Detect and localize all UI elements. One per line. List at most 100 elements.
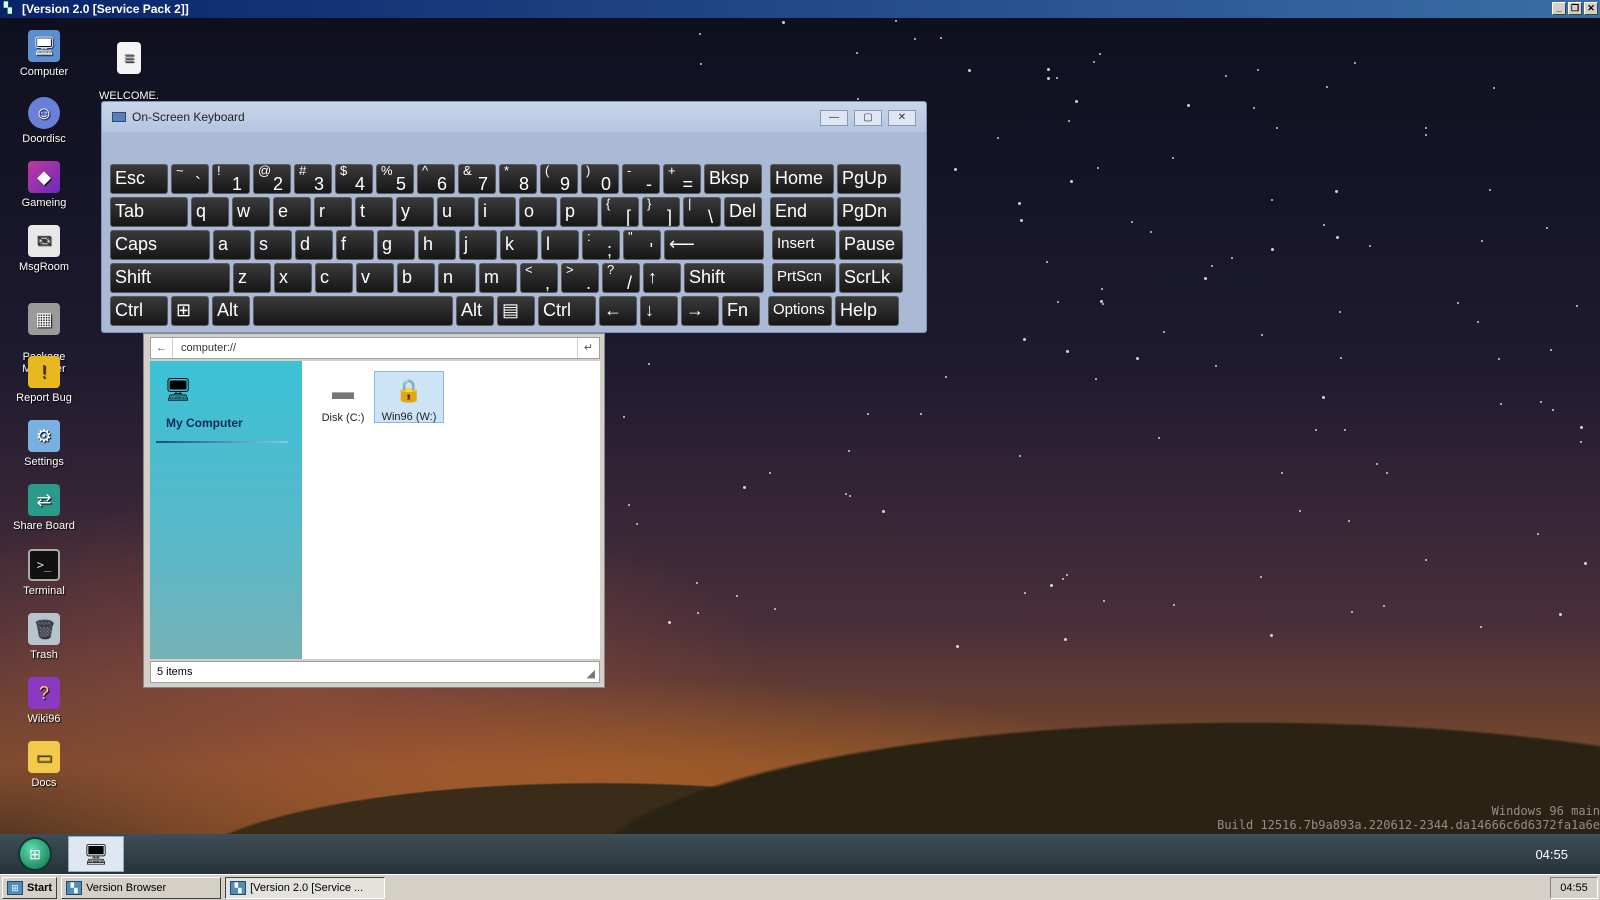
file-view[interactable]: ▬ Disk (C:) 🔒 Win96 (W:) xyxy=(302,361,600,659)
desktop-icon-docs[interactable]: ▭ Docs xyxy=(6,741,82,789)
key-4-0[interactable]: Ctrl xyxy=(110,296,168,326)
key-0-1[interactable]: ~ ` xyxy=(171,164,209,194)
key-2-10[interactable]: :; xyxy=(582,230,620,260)
key-4-6[interactable]: Ctrl xyxy=(538,296,596,326)
version-browser-window[interactable]: ← computer:// ↵ 🖥 My Computer ▬ Disk (C:… xyxy=(143,333,605,688)
key-4-10[interactable]: Fn xyxy=(722,296,760,326)
key-1-2[interactable]: w xyxy=(232,197,270,227)
key-3-5[interactable]: b xyxy=(397,263,435,293)
address-input[interactable]: computer:// xyxy=(173,342,577,354)
key-4-11[interactable]: Options xyxy=(768,296,832,326)
on-screen-keyboard-window[interactable]: On-Screen Keyboard — ▢ ✕ Esc ~ `! 1 @2 #3 $4% 5… xyxy=(101,101,927,333)
key-2-1[interactable]: a xyxy=(213,230,251,260)
key-2-0[interactable]: Caps xyxy=(110,230,210,260)
key-4-8[interactable]: ↓ xyxy=(640,296,678,326)
desktop-icon-wiki96[interactable]: ? Wiki96 xyxy=(6,677,82,725)
desktop-icon-trash[interactable]: 🗑 Trash xyxy=(6,613,82,661)
key-1-6[interactable]: y xyxy=(396,197,434,227)
file-item-win96-w[interactable]: 🔒 Win96 (W:) xyxy=(374,371,444,423)
task-version-browser[interactable]: ▚ Version Browser xyxy=(61,876,222,899)
key-1-16[interactable]: PgDn xyxy=(837,197,901,227)
key-1-3[interactable]: e xyxy=(273,197,311,227)
key-0-2[interactable]: ! 1 xyxy=(212,164,250,194)
key-3-11[interactable]: ↑ xyxy=(643,263,681,293)
address-bar[interactable]: ← computer:// ↵ xyxy=(150,337,600,359)
maximize-button[interactable]: ❐ xyxy=(1568,2,1582,15)
key-0-7[interactable]: ^ 6 xyxy=(417,164,455,194)
desktop-icon-computer[interactable]: 🖥 Computer xyxy=(6,30,82,78)
desktop-icon-settings[interactable]: ⚙ Settings xyxy=(6,420,82,468)
key-4-1[interactable]: ⊞ xyxy=(171,296,209,326)
key-1-5[interactable]: t xyxy=(355,197,393,227)
key-0-3[interactable]: @2 xyxy=(253,164,291,194)
key-3-0[interactable]: Shift xyxy=(110,263,230,293)
key-1-15[interactable]: End xyxy=(770,197,834,227)
key-0-16[interactable]: PgUp xyxy=(837,164,901,194)
desktop-icon-report-bug[interactable]: ! Report Bug xyxy=(6,356,82,404)
key-1-10[interactable]: p xyxy=(560,197,598,227)
key-0-4[interactable]: #3 xyxy=(294,164,332,194)
key-2-6[interactable]: h xyxy=(418,230,456,260)
key-1-9[interactable]: o xyxy=(519,197,557,227)
key-0-8[interactable]: & 7 xyxy=(458,164,496,194)
desktop-icon-gameing[interactable]: ◆ Gameing xyxy=(6,161,82,209)
key-1-1[interactable]: q xyxy=(191,197,229,227)
key-4-4[interactable]: Alt xyxy=(456,296,494,326)
key-1-7[interactable]: u xyxy=(437,197,475,227)
key-2-2[interactable]: s xyxy=(254,230,292,260)
key-0-15[interactable]: Home xyxy=(770,164,834,194)
start-orb-icon[interactable]: ⊞ xyxy=(18,837,52,871)
go-arrow-icon[interactable]: ↵ xyxy=(577,338,599,358)
key-1-14[interactable]: Del xyxy=(724,197,762,227)
key-2-14[interactable]: Pause xyxy=(839,230,903,260)
osk-title-bar[interactable]: On-Screen Keyboard xyxy=(102,102,926,132)
key-3-3[interactable]: c xyxy=(315,263,353,293)
key-2-3[interactable]: d xyxy=(295,230,333,260)
key-3-13[interactable]: PrtScn xyxy=(772,263,836,293)
key-3-14[interactable]: ScrLk xyxy=(839,263,903,293)
minimize-button[interactable]: _ xyxy=(1552,2,1566,15)
desktop-icon-share-board[interactable]: ⇄ Share Board xyxy=(6,484,82,532)
key-3-10[interactable]: ? / xyxy=(602,263,640,293)
desktop-icon-msgroom[interactable]: ✉ MsgRoom xyxy=(6,225,82,273)
key-3-9[interactable]: >. xyxy=(561,263,599,293)
key-0-0[interactable]: Esc xyxy=(110,164,168,194)
key-0-10[interactable]: (9 xyxy=(540,164,578,194)
file-item-disk-c[interactable]: ▬ Disk (C:) xyxy=(308,371,378,424)
key-3-7[interactable]: m xyxy=(479,263,517,293)
key-2-9[interactable]: l xyxy=(541,230,579,260)
resize-grip-icon[interactable]: ◢ xyxy=(587,664,595,684)
key-4-3[interactable] xyxy=(253,296,453,326)
key-2-7[interactable]: j xyxy=(459,230,497,260)
key-0-5[interactable]: $4 xyxy=(335,164,373,194)
key-1-8[interactable]: i xyxy=(478,197,516,227)
osk-maximize-button[interactable]: ▢ xyxy=(854,110,882,126)
key-3-1[interactable]: z xyxy=(233,263,271,293)
task-version-window[interactable]: ▚ [Version 2.0 [Service ... xyxy=(225,876,386,899)
key-3-4[interactable]: v xyxy=(356,263,394,293)
key-1-0[interactable]: Tab xyxy=(110,197,188,227)
key-4-5[interactable]: ▤ xyxy=(497,296,535,326)
key-3-6[interactable]: n xyxy=(438,263,476,293)
key-2-11[interactable]: " ' xyxy=(623,230,661,260)
key-4-12[interactable]: Help xyxy=(835,296,899,326)
key-1-11[interactable]: {[ xyxy=(601,197,639,227)
key-3-2[interactable]: x xyxy=(274,263,312,293)
key-1-13[interactable]: | \ xyxy=(683,197,721,227)
pinned-computer-icon[interactable]: 🖥 xyxy=(68,836,124,872)
key-0-13[interactable]: + = xyxy=(663,164,701,194)
osk-minimize-button[interactable]: — xyxy=(820,110,848,126)
start-button[interactable]: ⊞ Start xyxy=(2,876,58,899)
back-arrow-icon[interactable]: ← xyxy=(151,338,173,358)
key-2-8[interactable]: k xyxy=(500,230,538,260)
key-3-8[interactable]: <, xyxy=(520,263,558,293)
key-2-12[interactable]: ⟵ xyxy=(664,230,764,260)
key-1-4[interactable]: r xyxy=(314,197,352,227)
osk-close-button[interactable]: ✕ xyxy=(888,110,916,126)
key-0-14[interactable]: Bksp xyxy=(704,164,762,194)
key-0-12[interactable]: -- xyxy=(622,164,660,194)
key-2-4[interactable]: f xyxy=(336,230,374,260)
key-1-12[interactable]: }] xyxy=(642,197,680,227)
key-2-5[interactable]: g xyxy=(377,230,415,260)
top-title-bar[interactable]: ▚ [Version 2.0 [Service Pack 2]] _ ❐ ✕ xyxy=(0,0,1600,18)
